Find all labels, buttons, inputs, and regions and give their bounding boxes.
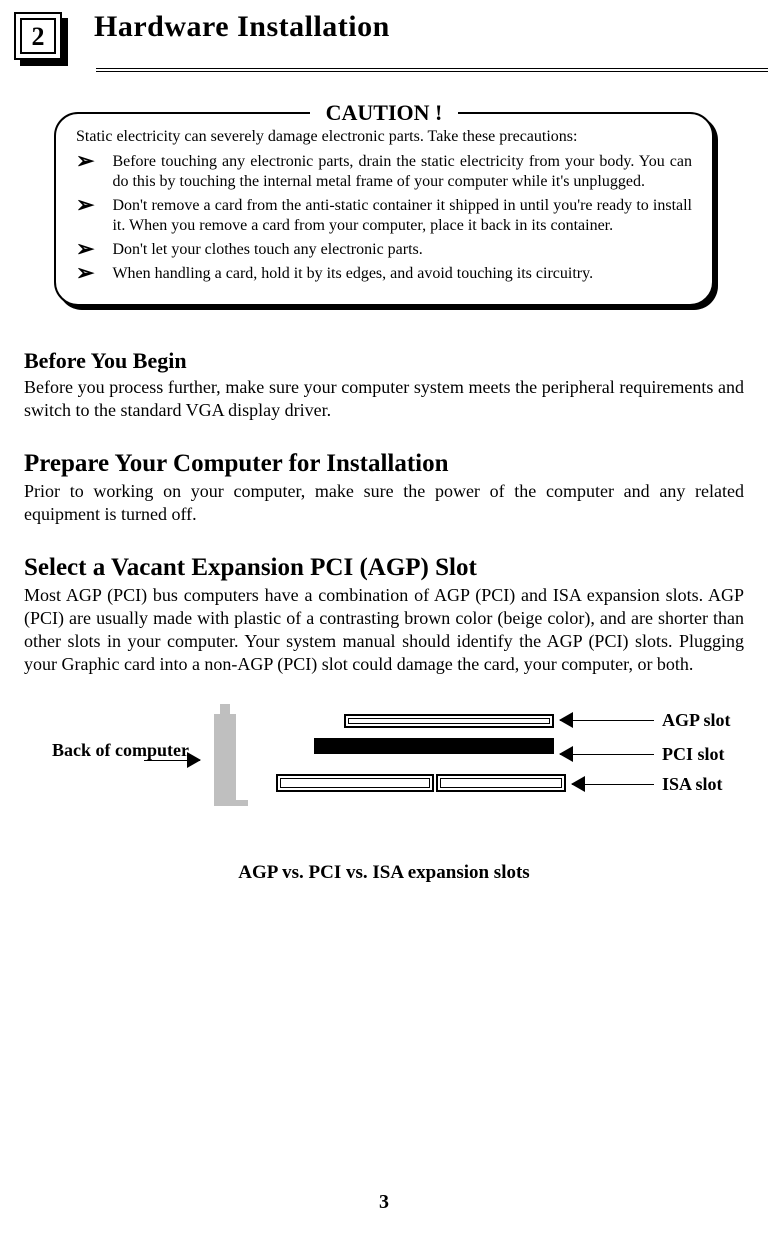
diagram-label-pci: PCI slot: [662, 744, 725, 765]
section-heading-prepare: Prepare Your Computer for Installation: [24, 450, 744, 478]
arrow-left-icon: [560, 754, 654, 755]
section-body-before: Before you process further, make sure yo…: [24, 376, 744, 422]
isa-slot-icon: [436, 774, 566, 792]
diagram-caption: AGP vs. PCI vs. ISA expansion slots: [24, 862, 744, 884]
caution-item: ➢ Don't let your clothes touch any elect…: [76, 240, 692, 260]
caution-title: CAUTION !: [310, 100, 459, 126]
caution-intro: Static electricity can severely damage e…: [76, 128, 692, 146]
main-content: Before You Begin Before you process furt…: [0, 348, 768, 884]
section-body-prepare: Prior to working on your computer, make …: [24, 480, 744, 526]
bracket-icon: [214, 714, 236, 804]
arrow-right-icon: [144, 760, 200, 761]
caution-item-text: Before touching any electronic parts, dr…: [112, 152, 692, 192]
caution-rule-left: [90, 112, 270, 114]
caution-item-text: Don't remove a card from the anti-static…: [112, 196, 692, 236]
caution-item-text: Don't let your clothes touch any electro…: [112, 240, 422, 260]
chapter-title: Hardware Installation: [94, 10, 390, 44]
arrow-left-icon: [572, 784, 654, 785]
caution-frame: Static electricity can severely damage e…: [54, 112, 714, 306]
section-heading-select: Select a Vacant Expansion PCI (AGP) Slot: [24, 554, 744, 582]
chapter-number: 2: [20, 18, 56, 54]
arrow-left-icon: [560, 720, 654, 721]
agp-slot-icon: [344, 714, 554, 728]
diagram-label-agp: AGP slot: [662, 710, 731, 731]
caution-list: ➢ Before touching any electronic parts, …: [76, 152, 692, 284]
arrow-right-icon: ➢: [76, 150, 94, 172]
chapter-number-badge: 2: [14, 12, 68, 66]
section-body-select: Most AGP (PCI) bus computers have a comb…: [24, 584, 744, 676]
caution-item: ➢ Don't remove a card from the anti-stat…: [76, 196, 692, 236]
caution-box: CAUTION ! Static electricity can severel…: [54, 100, 714, 306]
caution-item-text: When handling a card, hold it by its edg…: [112, 264, 593, 284]
slot-diagram: Back of computer AGP slot PCI slot ISA s…: [44, 714, 724, 844]
diagram-label-isa: ISA slot: [662, 774, 723, 795]
diagram-label-back: Back of computer: [52, 740, 172, 762]
section-heading-before: Before You Begin: [24, 348, 744, 374]
pci-slot-icon: [314, 738, 554, 754]
caution-item: ➢ When handling a card, hold it by its e…: [76, 264, 692, 284]
caution-item: ➢ Before touching any electronic parts, …: [76, 152, 692, 192]
document-page: 2 Hardware Installation CAUTION ! Static…: [0, 0, 768, 1234]
page-number: 3: [0, 1191, 768, 1214]
arrow-right-icon: ➢: [76, 238, 94, 260]
header-divider: [96, 68, 768, 72]
arrow-right-icon: ➢: [76, 262, 94, 284]
chapter-header: 2 Hardware Installation: [0, 0, 768, 66]
isa-slot-icon: [276, 774, 434, 792]
caution-title-row: CAUTION !: [54, 100, 714, 124]
arrow-right-icon: ➢: [76, 194, 94, 216]
caution-rule-right: [498, 112, 678, 114]
